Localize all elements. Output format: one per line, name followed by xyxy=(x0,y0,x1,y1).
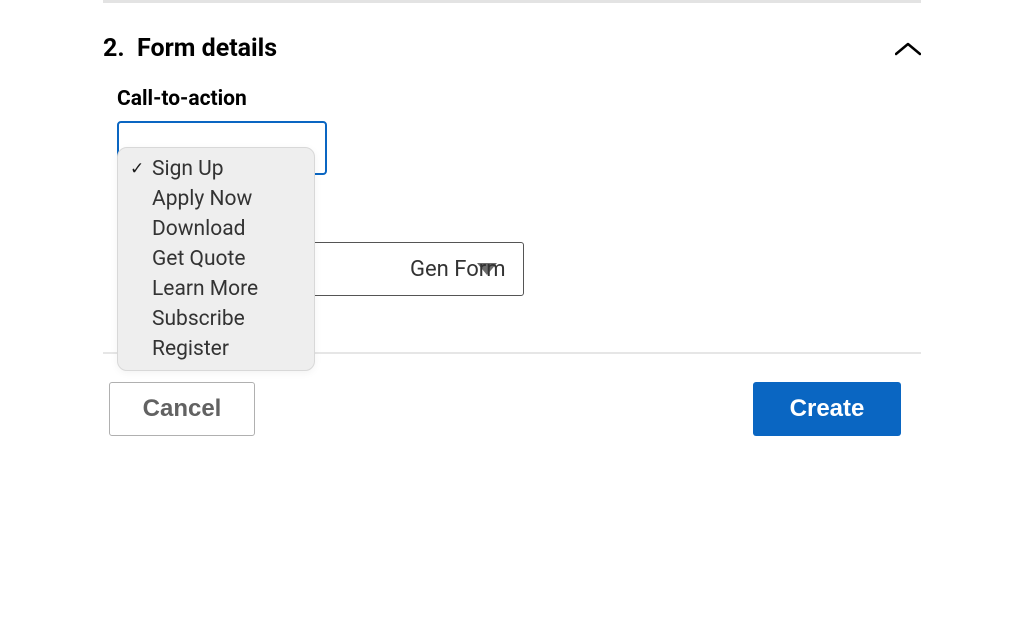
section-number: 2. xyxy=(103,34,125,63)
chevron-up-icon[interactable] xyxy=(895,42,921,56)
dropdown-item-label: Sign Up xyxy=(152,157,224,181)
create-button[interactable]: Create xyxy=(753,382,901,436)
dropdown-item-download[interactable]: Download xyxy=(118,214,314,244)
form-select-value: Gen Form xyxy=(410,257,506,282)
dropdown-item-register[interactable]: Register xyxy=(118,334,314,364)
section-title-text: Form details xyxy=(137,34,277,63)
dropdown-item-learn-more[interactable]: Learn More xyxy=(118,274,314,304)
dropdown-item-label: Get Quote xyxy=(152,247,246,271)
dropdown-item-subscribe[interactable]: Subscribe xyxy=(118,304,314,334)
footer-actions: Cancel Create xyxy=(103,382,921,436)
section-header[interactable]: 2. Form details xyxy=(103,3,921,87)
cancel-button[interactable]: Cancel xyxy=(109,382,255,436)
dropdown-item-label: Subscribe xyxy=(152,307,245,331)
dropdown-item-apply-now[interactable]: Apply Now xyxy=(118,184,314,214)
dropdown-item-label: Register xyxy=(152,337,229,361)
dropdown-item-get-quote[interactable]: Get Quote xyxy=(118,244,314,274)
dropdown-item-label: Learn More xyxy=(152,277,258,301)
cta-field-label: Call-to-action xyxy=(117,87,921,111)
check-icon: ✓ xyxy=(130,159,152,179)
dropdown-item-label: Download xyxy=(152,217,246,241)
dropdown-item-sign-up[interactable]: ✓ Sign Up xyxy=(118,154,314,184)
dropdown-item-label: Apply Now xyxy=(152,187,252,211)
cta-dropdown-menu: ✓ Sign Up Apply Now Download Get Quote L… xyxy=(117,147,315,371)
section-title: 2. Form details xyxy=(103,34,277,63)
